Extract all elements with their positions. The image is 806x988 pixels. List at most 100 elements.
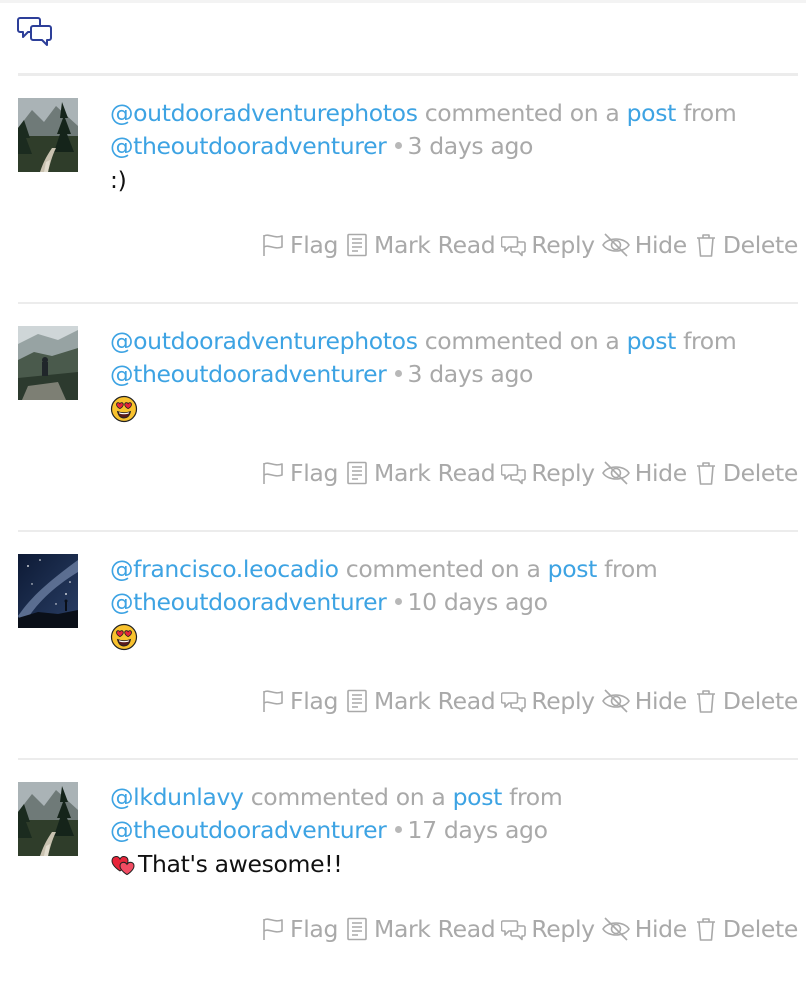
mark-read-button[interactable]: Mark Read	[344, 459, 496, 487]
reply-label: Reply	[531, 459, 595, 487]
trash-icon	[693, 916, 719, 942]
flag-button[interactable]: Flag	[260, 687, 338, 715]
comment-body	[110, 392, 796, 425]
reply-button[interactable]: Reply	[501, 459, 595, 487]
notification-text: @lkdunlavy commented on a post from @the…	[110, 781, 796, 881]
notification-card: @francisco.leocadio commented on a post …	[18, 532, 798, 760]
reply-label: Reply	[531, 687, 595, 715]
page-username-link[interactable]: @theoutdooradventurer	[110, 588, 387, 616]
flag-button[interactable]: Flag	[260, 231, 338, 259]
hide-button[interactable]: Hide	[601, 915, 687, 943]
mark-read-button[interactable]: Mark Read	[344, 687, 496, 715]
commented-on-label: commented on a	[345, 555, 541, 583]
reply-button[interactable]: Reply	[501, 231, 595, 259]
comment-body: :)	[110, 164, 796, 197]
book-icon	[344, 688, 370, 714]
timestamp: 3 days ago	[407, 132, 534, 160]
notification-card: @outdooradventurephotos commented on a p…	[18, 76, 798, 304]
heart-eyes-emoji	[110, 395, 138, 423]
from-label: from	[683, 99, 737, 127]
hide-button[interactable]: Hide	[601, 459, 687, 487]
post-link[interactable]: post	[453, 783, 503, 811]
hide-label: Hide	[634, 915, 688, 943]
notification-card: @lkdunlavy commented on a post from @the…	[18, 760, 798, 988]
reply-icon	[501, 460, 527, 486]
trash-icon	[693, 232, 719, 258]
mark-read-button[interactable]: Mark Read	[344, 231, 496, 259]
hide-button[interactable]: Hide	[601, 231, 687, 259]
delete-label: Delete	[722, 459, 798, 487]
avatar[interactable]	[18, 98, 78, 172]
delete-label: Delete	[722, 231, 798, 259]
flag-button[interactable]: Flag	[260, 915, 338, 943]
mark-read-label: Mark Read	[374, 687, 496, 715]
trash-icon	[693, 460, 719, 486]
commented-on-label: commented on a	[250, 783, 446, 811]
flag-button[interactable]: Flag	[260, 459, 338, 487]
action-bar: Flag Mark Read Reply Hide Delete	[260, 228, 798, 262]
notification-text: @outdooradventurephotos commented on a p…	[110, 97, 796, 197]
heart-eyes-emoji	[110, 623, 138, 651]
eye-slash-icon	[601, 916, 631, 942]
comment-text: :)	[110, 166, 127, 194]
reply-label: Reply	[531, 915, 595, 943]
commented-on-label: commented on a	[424, 99, 620, 127]
timestamp: 10 days ago	[407, 588, 549, 616]
commenter-username-link[interactable]: @francisco.leocadio	[110, 555, 339, 583]
flag-label: Flag	[290, 687, 339, 715]
delete-label: Delete	[722, 915, 798, 943]
mark-read-label: Mark Read	[374, 915, 496, 943]
from-label: from	[509, 783, 563, 811]
book-icon	[344, 232, 370, 258]
page-username-link[interactable]: @theoutdooradventurer	[110, 360, 387, 388]
reply-icon	[501, 916, 527, 942]
reply-button[interactable]: Reply	[501, 687, 595, 715]
hide-label: Hide	[634, 231, 688, 259]
commenter-username-link[interactable]: @lkdunlavy	[110, 783, 244, 811]
post-link[interactable]: post	[548, 555, 598, 583]
hide-label: Hide	[634, 687, 688, 715]
notification-text: @francisco.leocadio commented on a post …	[110, 553, 796, 653]
notification-text: @outdooradventurephotos commented on a p…	[110, 325, 796, 425]
comment-body	[110, 620, 796, 653]
flag-icon	[260, 916, 286, 942]
separator-dot	[394, 598, 402, 605]
mark-read-button[interactable]: Mark Read	[344, 915, 496, 943]
avatar[interactable]	[18, 326, 78, 400]
notification-card: @outdooradventurephotos commented on a p…	[18, 304, 798, 532]
flag-label: Flag	[290, 231, 339, 259]
book-icon	[344, 916, 370, 942]
flag-icon	[260, 232, 286, 258]
commenter-username-link[interactable]: @outdooradventurephotos	[110, 327, 418, 355]
action-bar: Flag Mark Read Reply Hide Delete	[260, 684, 798, 718]
hide-button[interactable]: Hide	[601, 687, 687, 715]
reply-icon	[501, 232, 527, 258]
post-link[interactable]: post	[627, 99, 677, 127]
comments-icon[interactable]	[17, 14, 55, 50]
reply-label: Reply	[531, 231, 595, 259]
delete-button[interactable]: Delete	[693, 915, 798, 943]
reply-button[interactable]: Reply	[501, 915, 595, 943]
eye-slash-icon	[601, 232, 631, 258]
commented-on-label: commented on a	[424, 327, 620, 355]
delete-button[interactable]: Delete	[693, 231, 798, 259]
mark-read-label: Mark Read	[374, 231, 496, 259]
action-bar: Flag Mark Read Reply Hide Delete	[260, 912, 798, 946]
post-link[interactable]: post	[627, 327, 677, 355]
page-username-link[interactable]: @theoutdooradventurer	[110, 132, 387, 160]
delete-button[interactable]: Delete	[693, 687, 798, 715]
two-hearts-emoji	[110, 851, 138, 879]
commenter-username-link[interactable]: @outdooradventurephotos	[110, 99, 418, 127]
delete-button[interactable]: Delete	[693, 459, 798, 487]
comment-body: That's awesome!!	[110, 848, 796, 881]
trash-icon	[693, 688, 719, 714]
avatar[interactable]	[18, 782, 78, 856]
separator-dot	[394, 826, 402, 833]
flag-label: Flag	[290, 459, 339, 487]
avatar[interactable]	[18, 554, 78, 628]
timestamp: 3 days ago	[407, 360, 534, 388]
eye-slash-icon	[601, 460, 631, 486]
page-username-link[interactable]: @theoutdooradventurer	[110, 816, 387, 844]
book-icon	[344, 460, 370, 486]
flag-label: Flag	[290, 915, 339, 943]
